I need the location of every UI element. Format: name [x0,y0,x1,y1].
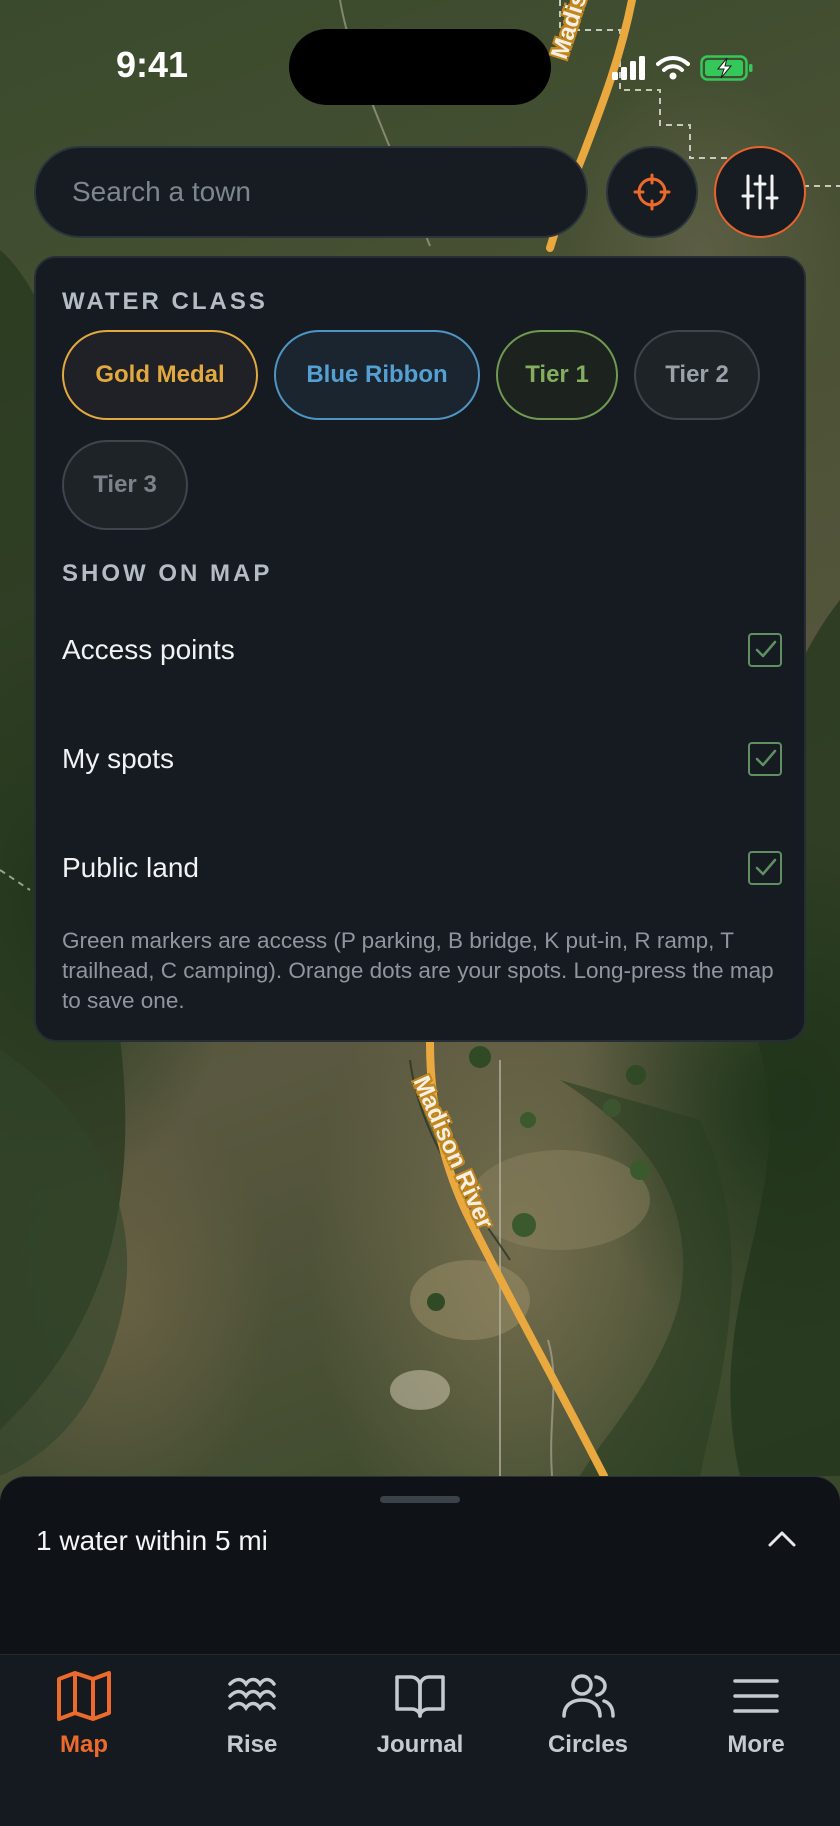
filter-panel: WATER CLASS Gold Medal Blue Ribbon Tier … [34,256,806,1042]
toggle-label: My spots [62,743,175,774]
search-input[interactable] [70,175,554,209]
results-summary: 1 water within 5 mi [36,1525,268,1556]
sheet-grabber[interactable] [380,1496,460,1503]
chip-gold-medal[interactable]: Gold Medal [62,330,258,420]
filter-button[interactable] [714,146,806,238]
tab-label: More [727,1731,785,1758]
toggle-my-spots[interactable]: My spots [62,729,782,789]
tab-journal[interactable]: Journal [336,1665,504,1775]
toggle-access-points[interactable]: Access points [62,620,782,680]
toggle-label: Access points [62,634,235,665]
users-icon [562,1674,615,1718]
search-bar[interactable] [34,146,588,238]
map-icon [57,1671,111,1721]
toggle-public-land[interactable]: Public land [62,838,782,898]
tab-more[interactable]: More [672,1665,840,1775]
checkbox-checked-icon[interactable] [748,742,782,776]
sliders-icon [741,174,779,210]
status-time: 9:41 [116,44,189,85]
tab-label: Journal [376,1731,464,1758]
tab-label: Rise [226,1731,278,1758]
checkbox-checked-icon[interactable] [748,633,782,667]
toggle-label: Public land [62,852,199,883]
legend-note: Green markers are access (P parking, B b… [62,928,774,1013]
water-class-heading: WATER CLASS [62,288,268,315]
tab-label: Circles [547,1731,629,1758]
show-on-map-heading: SHOW ON MAP [62,560,273,587]
results-sheet[interactable]: 1 water within 5 mi [0,1476,840,1655]
cellular-signal-icon [612,56,645,80]
tab-circles[interactable]: Circles [504,1665,672,1775]
chevron-up-icon[interactable] [764,1527,800,1551]
tab-label: Map [60,1731,108,1758]
tab-bar: Map Rise Journal Circles More [0,1654,840,1826]
locate-me-button[interactable] [606,146,698,238]
menu-icon [733,1679,779,1713]
wifi-icon [656,56,690,80]
checkbox-checked-icon[interactable] [748,851,782,885]
crosshair-icon [633,173,671,211]
chip-tier-1[interactable]: Tier 1 [496,330,618,420]
tab-rise[interactable]: Rise [168,1665,336,1775]
chip-blue-ribbon[interactable]: Blue Ribbon [274,330,480,420]
tab-map[interactable]: Map [0,1665,168,1775]
dynamic-island [289,29,551,105]
app-screen: Madison River Madison River 9:41 [0,0,840,1826]
book-icon [395,1675,445,1718]
waves-icon [228,1677,276,1712]
battery-charging-icon [700,55,753,81]
chip-tier-3[interactable]: Tier 3 [62,440,188,530]
chip-tier-2[interactable]: Tier 2 [634,330,760,420]
status-icons [612,50,754,86]
